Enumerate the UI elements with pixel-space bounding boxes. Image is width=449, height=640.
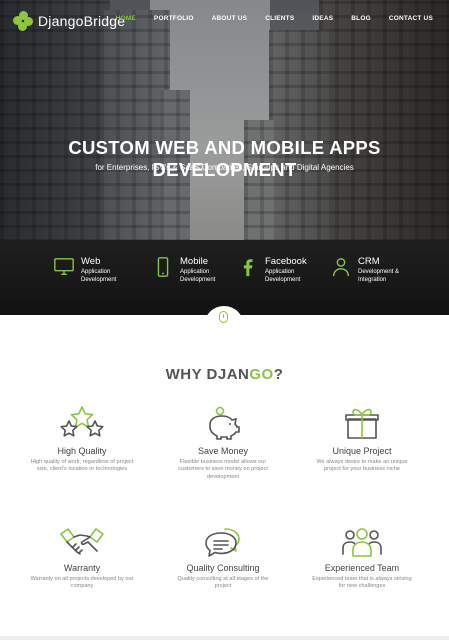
handshake-icon: [60, 528, 104, 555]
feature-high-quality: High Quality High quality of work, regar…: [22, 405, 142, 474]
phone-icon: [157, 257, 169, 277]
nav-blog[interactable]: BLOG: [351, 15, 371, 22]
service-mobile[interactable]: Mobile Application Development: [152, 256, 215, 284]
person-icon: [332, 258, 350, 277]
nav-clients[interactable]: CLIENTS: [265, 15, 294, 22]
nav-portfolio[interactable]: PORTFOLIO: [154, 15, 194, 22]
service-crm[interactable]: CRM Development & Integration: [330, 256, 399, 284]
nav-ideas[interactable]: IDEAS: [312, 15, 333, 22]
facebook-icon: [243, 259, 253, 277]
hero-subtitle: for Enterprises, ISV's & SaaS Companies,…: [95, 163, 354, 172]
feature-save-money: Save Money Flexible business model allow…: [163, 405, 283, 481]
nav-contact-us[interactable]: CONTACT US: [389, 15, 433, 22]
piggy-bank-icon: [209, 406, 240, 440]
chat-bubbles-icon: [205, 528, 240, 557]
gift-icon: [345, 408, 379, 439]
logo-icon: [13, 11, 33, 31]
why-section-title: WHY DJANGO?: [165, 366, 284, 383]
feature-quality-consulting: Quality Consulting Quality consulting at…: [163, 526, 283, 591]
service-title: CRM: [358, 256, 380, 267]
hero-banner: DjangoBridge HOME PORTFOLIO ABOUT US CLI…: [0, 0, 449, 315]
service-title: Facebook: [265, 256, 307, 267]
service-title: Mobile: [180, 256, 208, 267]
hero-title: CUSTOM WEB AND MOBILE APPS DEVELOPMENT: [68, 137, 381, 180]
bottom-divider: [0, 636, 449, 640]
services-row: Web Application Development Mobile Appli…: [0, 256, 449, 290]
nav-home[interactable]: HOME: [116, 15, 136, 22]
main-nav: HOME PORTFOLIO ABOUT US CLIENTS IDEAS BL…: [98, 15, 433, 22]
team-icon: [342, 528, 382, 557]
nav-about-us[interactable]: ABOUT US: [212, 15, 248, 22]
stars-icon: [60, 406, 104, 437]
feature-unique-project: Unique Project We always desire to make …: [302, 405, 422, 474]
feature-experienced-team: Experienced Team Experienced team that i…: [302, 526, 422, 591]
monitor-icon: [54, 258, 74, 276]
service-title: Web: [81, 256, 101, 267]
service-web[interactable]: Web Application Development: [53, 256, 116, 284]
feature-warranty: Warranty Warranty on all projects develo…: [22, 526, 142, 591]
service-facebook[interactable]: Facebook Application Development: [237, 256, 307, 284]
scroll-down-icon[interactable]: [219, 311, 228, 323]
